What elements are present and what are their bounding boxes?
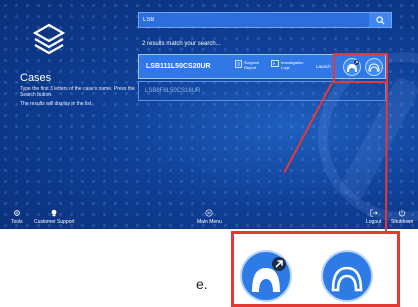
case-id: LSB8F8L50CS18UR — [145, 88, 201, 94]
logout-label: Logout — [366, 219, 382, 225]
support-icon — [51, 209, 57, 217]
femur-with-arrow-icon — [252, 257, 286, 292]
results-count: 2 results match your search... — [142, 41, 221, 47]
search-input[interactable] — [143, 14, 363, 26]
search-instructions: Type the first 3 letters of the case's n… — [20, 86, 135, 98]
launch-label: Launch — [316, 64, 331, 69]
search-icon — [375, 15, 385, 25]
results-instructions: The results will display in the list. — [20, 101, 93, 107]
launch-buttons-highlight — [333, 53, 388, 83]
page-title: Cases — [20, 72, 52, 84]
document-icon — [235, 60, 242, 68]
customer-support-button[interactable]: Customer Support — [34, 209, 75, 225]
power-icon — [398, 209, 406, 217]
search-bar — [138, 12, 392, 28]
tools-label: Tools — [11, 219, 23, 225]
shutdown-button[interactable]: Shutdown — [391, 209, 413, 225]
app-logo-icon — [32, 23, 66, 55]
gear-icon — [13, 210, 20, 216]
tools-button[interactable]: Tools — [11, 209, 23, 225]
terminal-icon — [271, 60, 279, 67]
tibia-icon — [331, 266, 363, 292]
search-button[interactable] — [369, 13, 391, 27]
shutdown-label: Shutdown — [391, 219, 414, 225]
menu-icon — [205, 209, 213, 217]
app-window: Cases Type the first 3 letters of the ca… — [0, 0, 418, 229]
logout-button[interactable]: Logout — [366, 209, 381, 225]
caption-text: e. — [196, 276, 208, 292]
logout-icon — [370, 209, 378, 217]
zoomed-launch-femur-button — [240, 250, 292, 302]
main-menu-label: Main Menu — [197, 219, 222, 225]
zoomed-launch-tibia-button — [321, 250, 373, 302]
case-row[interactable]: LSB8F8L50CS18UR — [138, 81, 386, 101]
customer-support-label: Customer Support — [34, 219, 75, 225]
main-menu-button[interactable]: Main Menu — [197, 209, 222, 225]
investigation-logs-label: Investigation Logs — [281, 60, 304, 70]
surgeon-report-label: Surgeon Report — [244, 60, 260, 70]
case-id: LSB111L50CS20UR — [146, 63, 211, 70]
